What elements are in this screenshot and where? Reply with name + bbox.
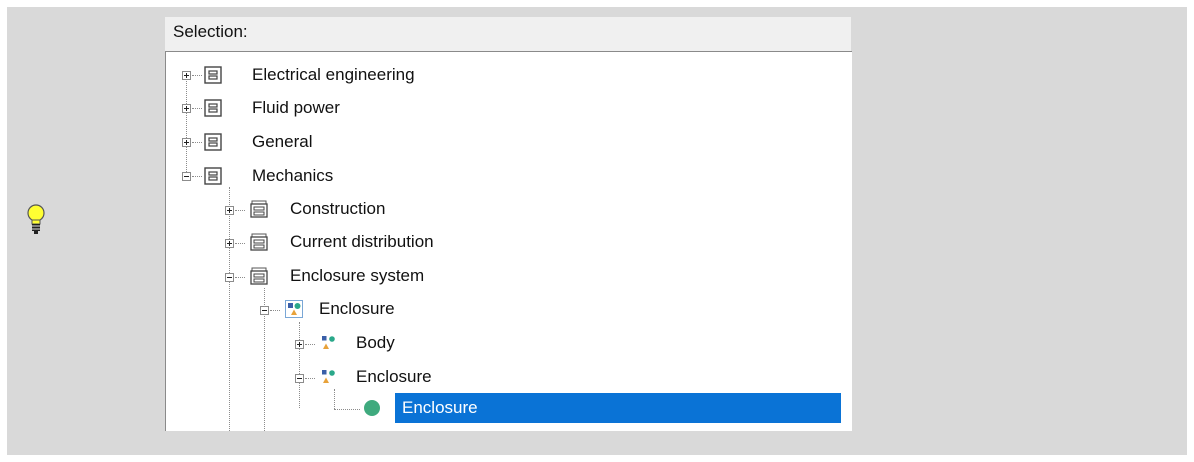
- tree-node-label: Enclosure: [319, 299, 395, 318]
- collapse-button[interactable]: [225, 273, 234, 282]
- shapes-icon: [322, 336, 335, 349]
- category-icon: [204, 99, 222, 117]
- tree-node-label: General: [252, 132, 313, 151]
- folder-group-icon: [250, 233, 268, 251]
- tree-node-label: Electrical engineering: [252, 65, 415, 84]
- tree-node-label: Fluid power: [252, 98, 340, 117]
- expand-button[interactable]: [182, 104, 191, 113]
- expand-button[interactable]: [182, 71, 191, 80]
- category-icon: [204, 167, 222, 185]
- tree-node-label: Construction: [290, 199, 386, 218]
- collapse-button[interactable]: [182, 172, 191, 181]
- green-circle-icon: [364, 400, 380, 416]
- tree-node-label: Body: [356, 333, 395, 352]
- shapes-icon: [322, 370, 335, 383]
- tree-node-label: Enclosure: [402, 398, 478, 417]
- expand-button[interactable]: [182, 138, 191, 147]
- expand-button[interactable]: [225, 206, 234, 215]
- shapes-framed-icon: [285, 300, 303, 318]
- collapse-button[interactable]: [260, 306, 269, 315]
- collapse-button[interactable]: [295, 374, 304, 383]
- category-icon: [204, 66, 222, 84]
- category-icon: [204, 133, 222, 151]
- selection-tree[interactable]: Electrical engineering Fluid power Gener…: [165, 51, 852, 431]
- lightbulb-icon: [27, 204, 45, 234]
- tree-node-label: Mechanics: [252, 166, 334, 185]
- selection-label: Selection:: [173, 22, 248, 41]
- tree-node-label: Enclosure: [356, 367, 432, 386]
- expand-button[interactable]: [295, 340, 304, 349]
- tree-node-label: Current distribution: [290, 232, 434, 251]
- tree-node-label: Enclosure system: [290, 266, 425, 285]
- expand-button[interactable]: [225, 239, 234, 248]
- folder-group-icon: [250, 200, 268, 218]
- folder-group-icon: [250, 267, 268, 285]
